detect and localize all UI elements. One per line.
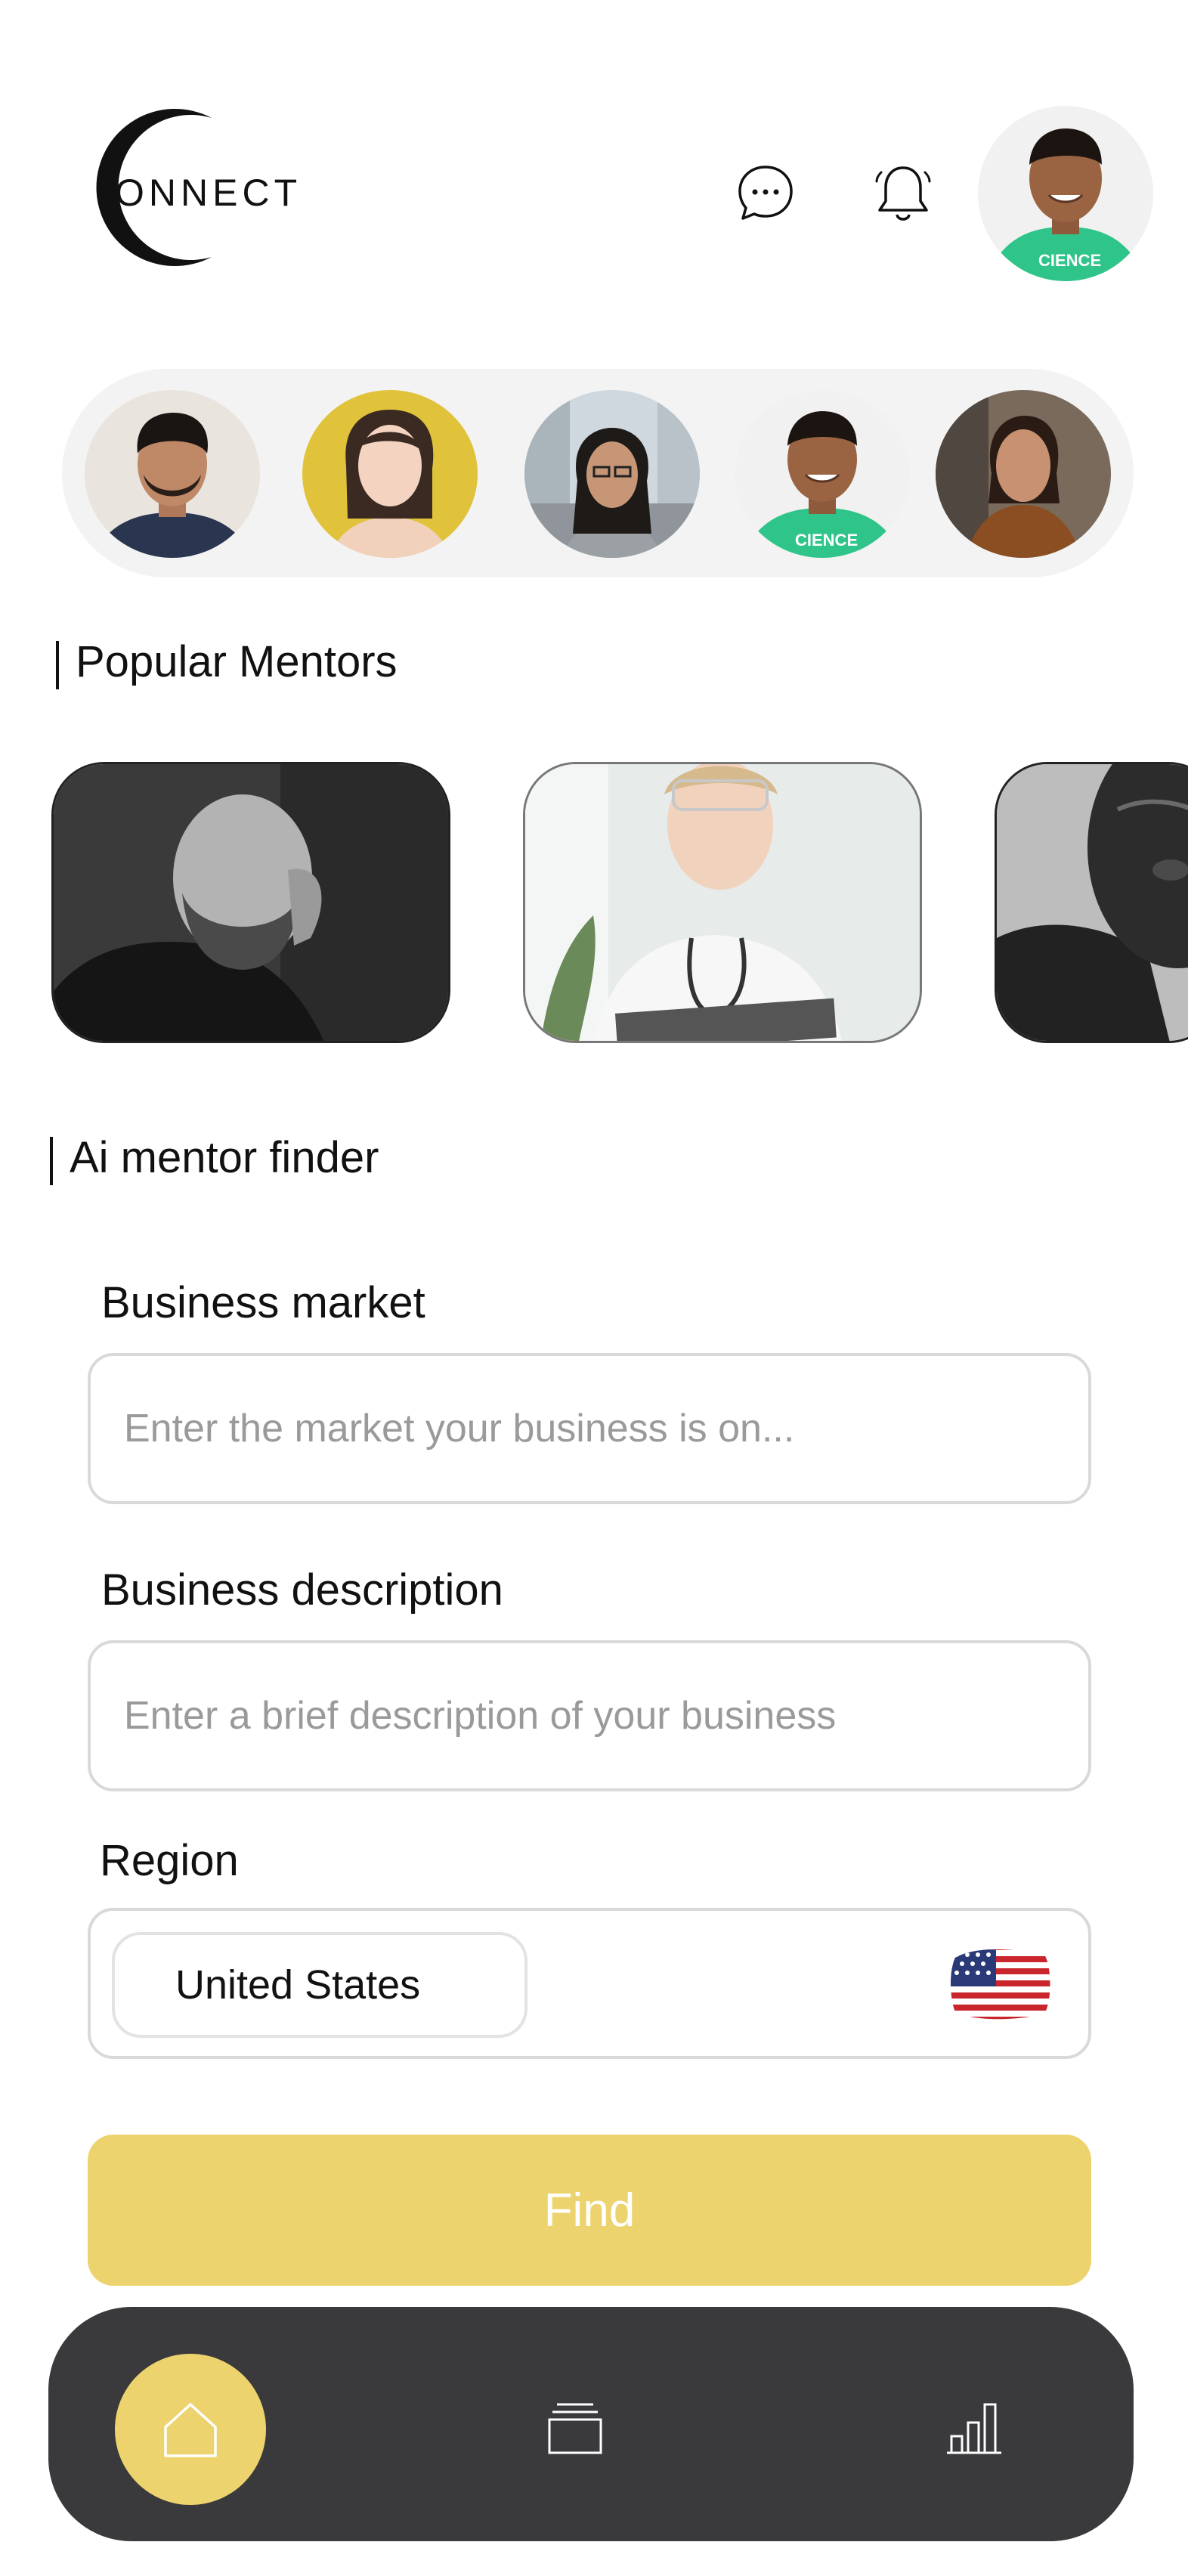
story-avatar[interactable] bbox=[936, 390, 1111, 558]
bottom-nav bbox=[48, 2307, 1134, 2541]
logo-wordmark: ONNECT bbox=[115, 172, 302, 214]
business-description-label: Business description bbox=[101, 1565, 503, 1615]
story-avatar[interactable] bbox=[524, 390, 700, 558]
business-description-input[interactable] bbox=[122, 1643, 1060, 1788]
nav-home[interactable] bbox=[115, 2354, 266, 2505]
region-value: United States bbox=[175, 1962, 421, 2008]
business-market-input[interactable] bbox=[122, 1356, 1060, 1501]
nav-cards[interactable] bbox=[534, 2386, 617, 2469]
region-label: Region bbox=[100, 1836, 239, 1885]
region-field: United States bbox=[88, 1908, 1091, 2059]
business-market-label: Business market bbox=[101, 1278, 425, 1327]
mentor-finder-title: Ai mentor finder bbox=[50, 1132, 379, 1185]
header: ONNECT CIENCE bbox=[0, 0, 1188, 317]
find-button[interactable]: Find bbox=[88, 2135, 1091, 2286]
nav-stats[interactable] bbox=[933, 2386, 1016, 2469]
story-avatar[interactable] bbox=[85, 390, 260, 558]
business-description-field[interactable] bbox=[88, 1640, 1091, 1791]
story-avatar[interactable] bbox=[302, 390, 478, 558]
region-select[interactable]: United States bbox=[112, 1932, 527, 2038]
us-flag-icon[interactable] bbox=[948, 1944, 1052, 2023]
svg-text:CIENCE: CIENCE bbox=[795, 531, 858, 550]
bell-icon[interactable] bbox=[869, 159, 937, 227]
connect-logo: ONNECT bbox=[53, 98, 310, 280]
mentor-card[interactable] bbox=[995, 762, 1188, 1043]
mentor-card[interactable] bbox=[523, 762, 922, 1043]
home-icon bbox=[164, 2403, 217, 2457]
popular-mentors-title: Popular Mentors bbox=[56, 636, 398, 689]
mentor-card[interactable] bbox=[51, 762, 450, 1043]
bar-chart-icon bbox=[947, 2403, 1001, 2454]
stories-strip: CIENCE bbox=[62, 369, 1134, 577]
svg-text:CIENCE: CIENCE bbox=[1038, 251, 1101, 270]
profile-avatar[interactable]: CIENCE bbox=[978, 106, 1153, 281]
chat-bubble-icon[interactable] bbox=[732, 159, 800, 227]
business-market-field[interactable] bbox=[88, 1353, 1091, 1504]
mentor-home-screen: ONNECT CIENCE CIENCE Popular Mentors Ai … bbox=[0, 0, 1188, 2576]
cards-stack-icon bbox=[548, 2403, 602, 2454]
story-avatar[interactable]: CIENCE bbox=[735, 390, 910, 558]
